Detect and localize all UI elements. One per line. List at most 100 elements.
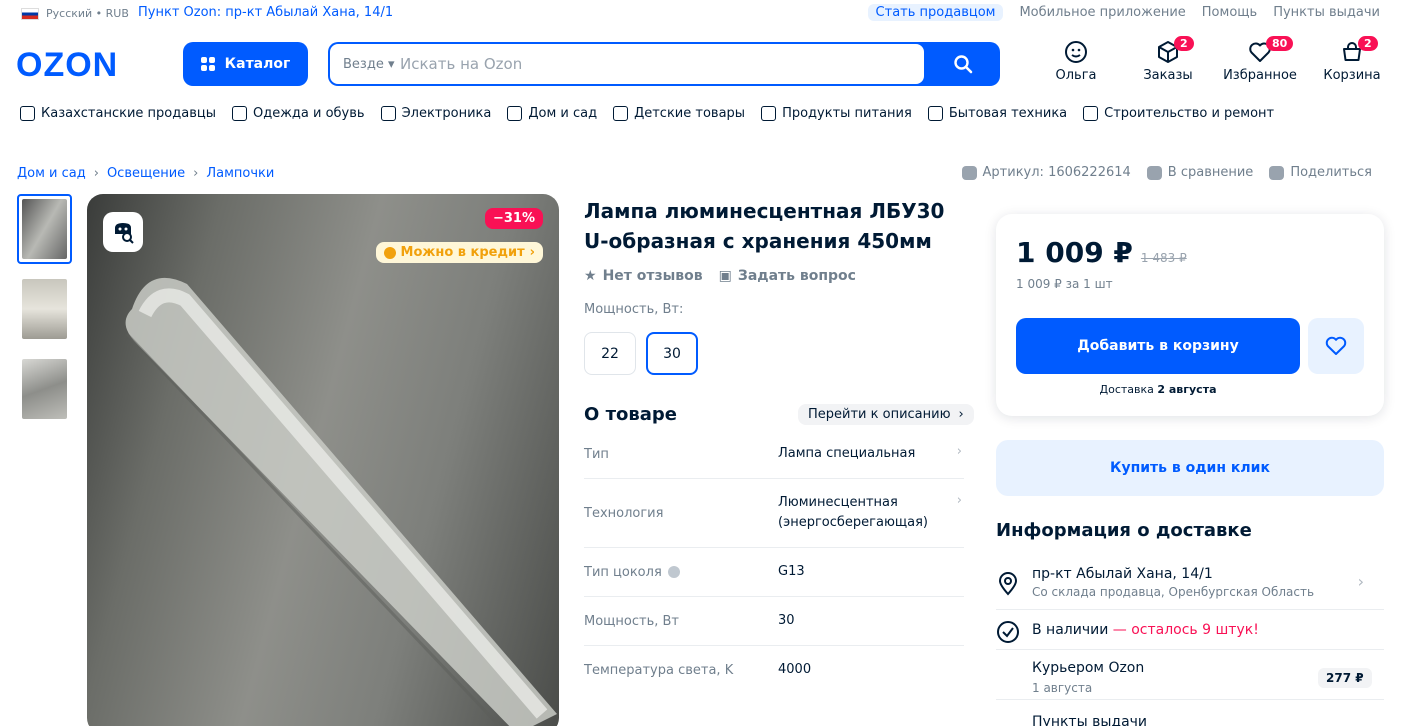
cart-label: Корзина xyxy=(1323,68,1381,83)
help-link[interactable]: Помощь xyxy=(1202,5,1257,20)
chat-icon: ▣ xyxy=(718,268,732,284)
category-nav: Казахстанские продавцы Одежда и обувь Эл… xyxy=(20,106,1274,121)
pickup-point-link[interactable]: Пункт Ozon: пр-кт Абылай Хана, 14/1 xyxy=(138,5,393,20)
breadcrumb: Дом и сад › Освещение › Лампочки xyxy=(17,166,274,181)
power-option-22[interactable]: 22 xyxy=(584,332,636,375)
current-price: 1 009 ₽ xyxy=(1016,236,1133,269)
power-label: Мощность, Вт: xyxy=(584,302,684,317)
orders-label: Заказы xyxy=(1143,68,1193,83)
thumbnail-list xyxy=(17,194,72,424)
hammer-icon xyxy=(1083,106,1099,121)
search-scope-dropdown[interactable]: Везде ▾ xyxy=(330,57,400,72)
search-button[interactable] xyxy=(926,42,1000,86)
copy-icon xyxy=(961,165,977,180)
breadcrumb-lighting[interactable]: Освещение xyxy=(107,166,185,181)
chevron-right-icon: › xyxy=(956,444,962,459)
rating-row: ★ Нет отзывов ▣ Задать вопрос xyxy=(584,268,856,284)
share-button[interactable]: Поделиться xyxy=(1269,165,1372,180)
star-icon: ★ xyxy=(584,268,597,284)
discount-badge: −31% xyxy=(484,208,543,229)
price-block: 1 009 ₽ 1 483 ₽ xyxy=(1016,236,1187,269)
search-bar: Везде ▾ xyxy=(328,42,1000,86)
breadcrumb-bulbs[interactable]: Лампочки xyxy=(206,166,274,181)
become-seller-link[interactable]: Стать продавцом xyxy=(867,4,1004,21)
grid-icon xyxy=(200,57,215,71)
nav-item-electronics[interactable]: Электроника xyxy=(380,106,491,121)
product-photo[interactable]: −31% Можно в кредит › xyxy=(87,194,559,726)
nav-item-kids[interactable]: Детские товары xyxy=(613,106,745,121)
article-number[interactable]: Артикул: 1606222614 xyxy=(961,165,1131,180)
nav-item-food[interactable]: Продукты питания xyxy=(761,106,912,121)
info-icon[interactable] xyxy=(667,566,680,578)
power-options: 22 30 xyxy=(584,332,698,375)
baby-icon xyxy=(613,106,629,121)
specs-table: Тип Лампа специальная › Технология Люмин… xyxy=(584,430,964,694)
orders-button[interactable]: 2 Заказы xyxy=(1122,36,1214,83)
zoom-button[interactable] xyxy=(103,212,143,252)
location-pin-icon xyxy=(998,572,1018,596)
go-to-description-button[interactable]: Перейти к описанию › xyxy=(798,404,974,425)
lamp-image xyxy=(125,277,557,726)
chevron-right-icon: › xyxy=(529,245,535,260)
warehouse-info: Со склада продавца, Оренбургская Область xyxy=(1032,585,1315,599)
buy-one-click-button[interactable]: Купить в один клик xyxy=(996,440,1384,496)
heart-icon xyxy=(1325,336,1347,355)
spec-row: Температура света, K 4000 xyxy=(584,662,812,678)
nav-item-clothes[interactable]: Одежда и обувь xyxy=(231,106,365,121)
profile-button[interactable]: Ольга xyxy=(1030,40,1122,83)
price-card: 1 009 ₽ 1 483 ₽ 1 009 ₽ за 1 шт Добавить… xyxy=(996,214,1384,416)
reviews-link[interactable]: ★ Нет отзывов xyxy=(584,268,703,284)
catalog-label: Каталог xyxy=(224,56,291,72)
language-selector[interactable]: Русский • RUB xyxy=(21,7,129,20)
mobile-app-link[interactable]: Мобильное приложение xyxy=(1019,5,1185,20)
chevron-right-icon: › xyxy=(956,493,962,508)
stock-row: В наличии — осталось 9 штук! xyxy=(996,620,1384,650)
thumbnail-1[interactable] xyxy=(17,194,72,264)
chevron-right-icon: › xyxy=(93,166,99,181)
favorites-badge: 80 xyxy=(1266,36,1294,51)
favorites-label: Избранное xyxy=(1223,68,1297,83)
spec-row[interactable]: Тип Лампа специальная › xyxy=(584,430,964,479)
pickup-points-row[interactable]: Пункты выдачи xyxy=(996,712,1384,726)
favorites-button[interactable]: 80 Избранное xyxy=(1214,36,1306,83)
top-links: Стать продавцом Мобильное приложение Пом… xyxy=(867,4,1380,21)
unit-price: 1 009 ₽ за 1 шт xyxy=(1016,277,1113,291)
chevron-right-icon: › xyxy=(193,166,199,181)
credit-badge[interactable]: Можно в кредит › xyxy=(375,242,543,263)
thumbnail-3[interactable] xyxy=(17,354,72,424)
product-title: Лампа люминесцентная ЛБУ30 U-образная с … xyxy=(584,199,945,253)
compare-button[interactable]: В сравнение xyxy=(1146,165,1253,180)
nav-item-construction[interactable]: Строительство и ремонт xyxy=(1083,106,1274,121)
spec-row: Тип цоколя G13 xyxy=(584,548,964,597)
cart-button[interactable]: 2 Корзина xyxy=(1306,36,1398,83)
product-meta: Артикул: 1606222614 В сравнение Поделить… xyxy=(961,165,1372,180)
catalog-button[interactable]: Каталог xyxy=(183,42,308,86)
ask-question-link[interactable]: ▣ Задать вопрос xyxy=(719,268,856,284)
delivery-address: пр-кт Абылай Хана, 14/1 xyxy=(1032,566,1213,582)
search-input[interactable] xyxy=(400,55,900,73)
cart-badge: 2 xyxy=(1358,36,1378,51)
add-to-cart-button[interactable]: Добавить в корзину xyxy=(1016,318,1300,374)
delivery-date: Доставка 2 августа xyxy=(1099,383,1217,396)
user-face-icon xyxy=(1065,41,1087,63)
pickup-points-link[interactable]: Пункты выдачи xyxy=(1273,5,1380,20)
courier-label: Курьером Ozon xyxy=(1032,660,1145,676)
courier-price: 277 ₽ xyxy=(1318,668,1372,688)
delivery-address-row[interactable]: пр-кт Абылай Хана, 14/1 Со склада продав… xyxy=(996,566,1384,610)
add-to-favorites-button[interactable] xyxy=(1308,318,1364,374)
breadcrumb-home-garden[interactable]: Дом и сад xyxy=(17,166,86,181)
orders-badge: 2 xyxy=(1174,36,1194,51)
power-option-30[interactable]: 30 xyxy=(646,332,698,375)
spec-row[interactable]: Технология Люминесцентная (энергосберега… xyxy=(584,479,964,548)
ozon-logo[interactable]: OZON xyxy=(16,46,118,85)
spec-row: Мощность, Вт 30 xyxy=(584,597,964,646)
thumbnail-2[interactable] xyxy=(17,274,72,344)
nav-item-appliances[interactable]: Бытовая техника xyxy=(927,106,1067,121)
nav-item-kz-sellers[interactable]: Казахстанские продавцы xyxy=(20,106,216,121)
top-bar: Русский • RUB Пункт Ozon: пр-кт Абылай Х… xyxy=(0,0,1410,28)
search-icon xyxy=(954,55,973,74)
nav-item-home-garden[interactable]: Дом и сад xyxy=(507,106,597,121)
courier-row[interactable]: Курьером Ozon 1 августа 277 ₽ xyxy=(996,660,1384,700)
profile-label: Ольга xyxy=(1055,68,1097,83)
plant-icon xyxy=(507,106,523,121)
